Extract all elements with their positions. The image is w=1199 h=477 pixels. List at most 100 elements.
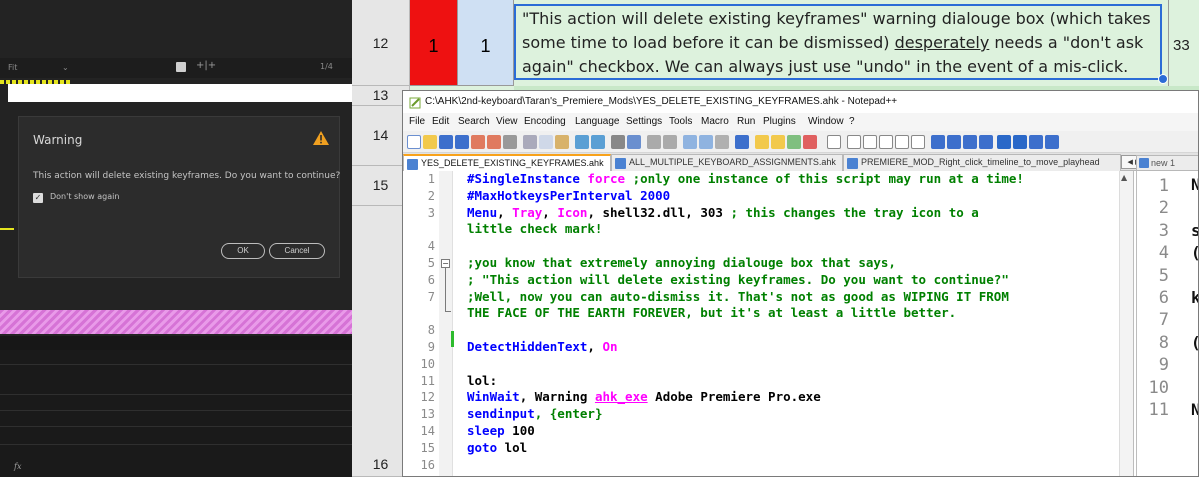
resolution-fraction[interactable]: 1/4 [320,62,333,71]
notepadpp-logo-icon [409,97,421,109]
keyword: Icon [557,204,588,220]
line-number: 6 [427,272,435,287]
tab-new-1[interactable]: new 1 [1136,155,1198,171]
wrench-icon[interactable]: +|+ [196,60,216,71]
vertical-scrollbar[interactable] [1119,171,1133,476]
plugin-icon[interactable] [1029,135,1043,149]
function-list-icon[interactable] [787,135,801,149]
record-macro-icon[interactable] [847,135,861,149]
dialog-title: Warning [33,133,83,147]
zoom-out-icon[interactable] [663,135,677,149]
cell-priority-blue[interactable]: 1 [458,0,514,86]
paste-icon[interactable] [555,135,569,149]
word-wrap-icon[interactable] [699,135,713,149]
menu-macro[interactable]: Macro [701,116,729,127]
menu-run[interactable]: Run [737,116,755,127]
warning-triangle-icon [313,131,329,145]
plugin-icon[interactable] [979,135,993,149]
menu-language[interactable]: Language [575,116,620,127]
line-number: 7 [427,289,435,304]
close-icon[interactable] [471,135,485,149]
row-header[interactable]: 12 [352,0,410,86]
title-bar[interactable]: C:\AHK\2nd-keyboard\Taran's_Premiere_Mod… [403,91,1198,113]
line-number: 2 [1158,198,1169,219]
plugin-icon[interactable] [947,135,961,149]
menu-settings[interactable]: Settings [626,116,662,127]
premiere-panel: Fit ⌄ +|+ 1/4 Warning This action will d… [0,0,352,477]
line-number: 9 [427,340,435,354]
redo-icon[interactable] [591,135,605,149]
menu-file[interactable]: File [409,116,425,127]
line-number: 10 [1148,377,1169,398]
export-frame-icon[interactable] [176,62,186,72]
dont-show-again-label[interactable]: Don't show again [50,192,119,201]
scroll-up-arrow-icon[interactable]: ▲ [1121,173,1127,182]
plugin-icon[interactable] [963,135,977,149]
notepadpp-window: C:\AHK\2nd-keyboard\Taran's_Premiere_Mod… [402,90,1199,477]
close-all-icon[interactable] [487,135,501,149]
find-icon[interactable] [611,135,625,149]
show-all-chars-icon[interactable] [715,135,729,149]
copy-icon[interactable] [539,135,553,149]
fold-toggle-icon[interactable]: − [441,259,450,268]
code-line: ;you know that extremely annoying dialou… [467,255,896,270]
ok-button[interactable]: OK [221,243,265,259]
menu-window[interactable]: Window [808,116,844,127]
plugin-icon[interactable] [931,135,945,149]
arrow-up-icon[interactable] [997,135,1011,149]
divider [0,444,352,445]
print-icon[interactable] [503,135,517,149]
stop-macro-icon[interactable] [863,135,877,149]
menu-help[interactable]: ? [849,116,855,127]
menu-plugins[interactable]: Plugins [763,116,796,127]
sync-scroll-icon[interactable] [683,135,697,149]
selection-handle[interactable] [1158,74,1168,84]
run-macro-multiple-icon[interactable] [895,135,909,149]
save-all-icon[interactable] [455,135,469,149]
file-icon [407,159,418,170]
cell-number[interactable]: 33 [1168,0,1199,86]
save-macro-icon[interactable] [911,135,925,149]
cell-priority-red[interactable]: 1 [410,0,458,86]
menu-search[interactable]: Search [458,116,490,127]
arrow-down-icon[interactable] [1013,135,1027,149]
new-file-icon[interactable] [407,135,421,149]
folder-as-workspace-icon[interactable] [755,135,769,149]
tab-yes-delete-keyframes[interactable]: YES_DELETE_EXISTING_KEYFRAMES.ahk × [403,154,611,171]
menu-tools[interactable]: Tools [669,116,692,127]
fit-dropdown[interactable]: Fit ⌄ [8,61,72,75]
cancel-button[interactable]: Cancel [269,243,325,259]
open-folder-icon[interactable] [423,135,437,149]
fold-margin [439,171,453,476]
undo-icon[interactable] [575,135,589,149]
monitoring-icon[interactable] [803,135,817,149]
document-map-icon[interactable] [771,135,785,149]
cell-description[interactable]: "This action will delete existing keyfra… [514,4,1162,80]
warning-dialog: Warning This action will delete existing… [18,116,340,278]
code-editor[interactable]: 1 2 3 4 5 6 7 8 9 10 11 12 13 14 15 16 −… [403,171,1133,476]
dont-show-again-checkbox[interactable]: ✓ [33,193,43,203]
eye-icon[interactable] [827,135,841,149]
timeline-clip[interactable] [0,310,352,334]
play-macro-icon[interactable] [879,135,893,149]
tab-premiere-mod[interactable]: PREMIERE_MOD_Right_click_timeline_to_mov… [843,154,1121,171]
indent-guide-icon[interactable] [735,135,749,149]
line-number: 1 [427,172,435,186]
cut-icon[interactable] [523,135,537,149]
code-line: sleep 100 [467,423,535,440]
save-icon[interactable] [439,135,453,149]
replace-icon[interactable] [627,135,641,149]
zoom-in-icon[interactable] [647,135,661,149]
pane2-glyph: ( [1191,243,1198,262]
punct: , [497,204,513,220]
line-number: 4 [427,239,435,254]
menu-encoding[interactable]: Encoding [524,116,566,127]
keyword: force [579,171,626,186]
menu-edit[interactable]: Edit [432,116,449,127]
cell-underlined: desperately [894,33,990,52]
timeline-ruler [8,84,352,102]
menu-view[interactable]: View [496,116,518,127]
tab-all-multiple-keyboard[interactable]: ALL_MULTIPLE_KEYBOARD_ASSIGNMENTS.ahk [611,154,843,171]
plugin-icon[interactable] [1045,135,1059,149]
keyword: On [602,339,618,354]
